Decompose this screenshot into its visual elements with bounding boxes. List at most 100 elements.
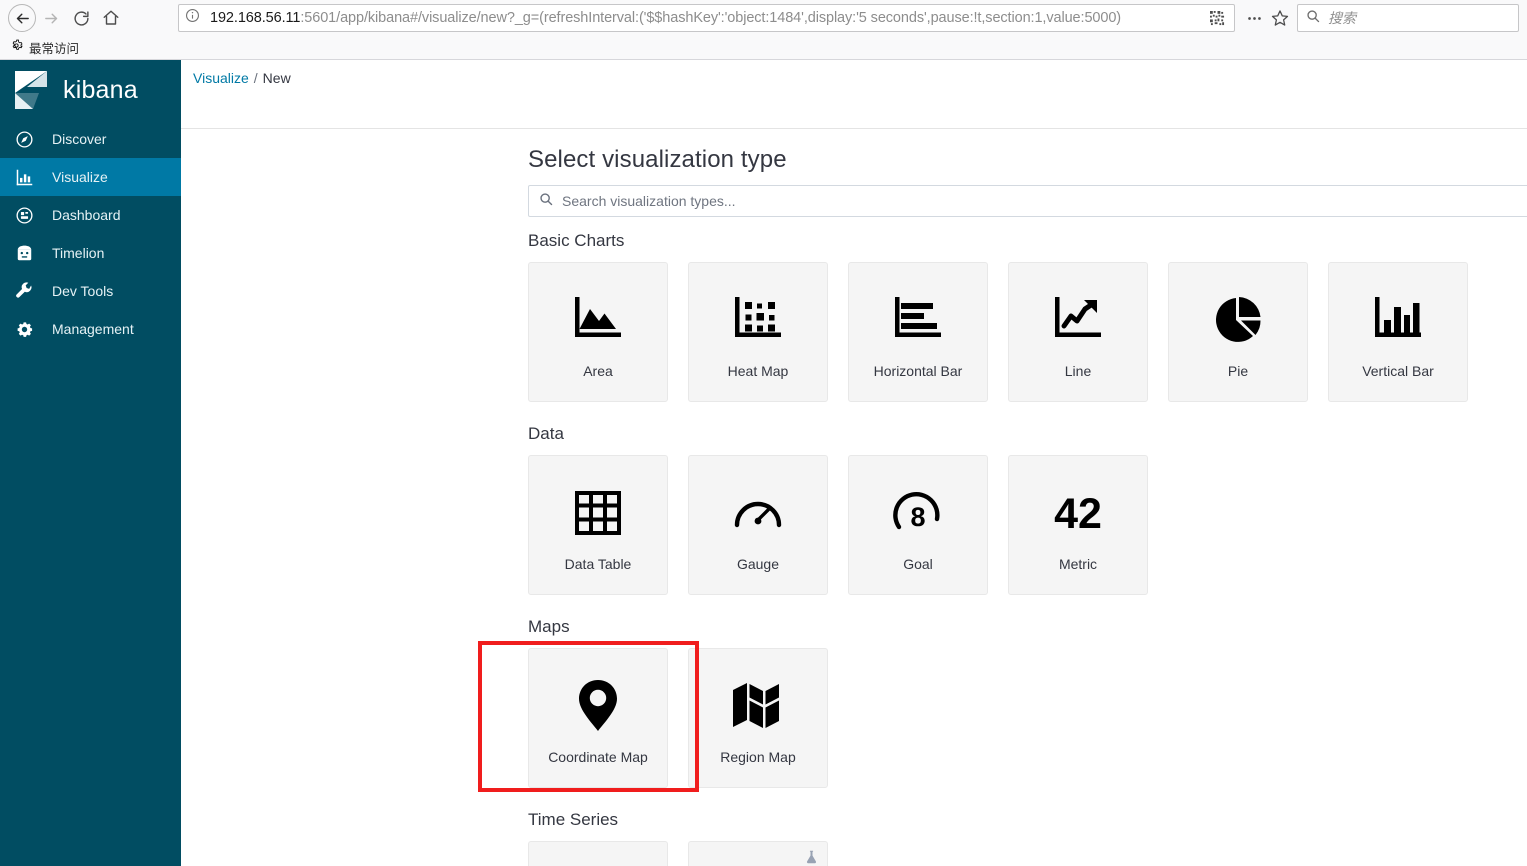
folded-map-icon <box>724 675 792 737</box>
sidebar-item-label: Timelion <box>52 245 105 261</box>
search-icon <box>1306 9 1320 28</box>
sidebar-item-label: Dashboard <box>52 207 121 223</box>
group-time-series: Time Series <box>528 810 1527 866</box>
viz-card-region-map[interactable]: Region Map <box>688 648 828 788</box>
breadcrumb-bar: Visualize / New <box>181 60 1527 129</box>
sidebar-item-discover[interactable]: Discover <box>0 120 181 158</box>
svg-text:42: 42 <box>1054 490 1102 537</box>
sidebar: kibana Discover Visualize Dashboard Time… <box>0 60 181 866</box>
viz-card-label: Area <box>583 363 613 379</box>
viz-card-label: Coordinate Map <box>548 749 648 765</box>
home-icon[interactable] <box>96 3 126 33</box>
card-list: Area Heat Map Horizontal Bar Line Pie Ve… <box>528 262 1527 402</box>
group-title: Basic Charts <box>528 231 625 250</box>
group-data: Data Data Table Gauge 8 Goal 42 Metric <box>528 424 1527 595</box>
viz-card-heat-map[interactable]: Heat Map <box>688 262 828 402</box>
browser-search-box[interactable]: 搜索 <box>1297 4 1519 32</box>
dashboard-icon <box>14 205 35 226</box>
breadcrumb: Visualize / New <box>193 70 291 86</box>
brand[interactable]: kibana <box>0 60 181 120</box>
horizontal-bar-icon <box>884 289 952 351</box>
gear-icon <box>10 39 23 57</box>
sidebar-item-label: Discover <box>52 131 107 147</box>
viz-card-label: Metric <box>1058 556 1098 572</box>
info-circle-icon[interactable] <box>185 8 200 28</box>
heat-map-icon <box>724 289 792 351</box>
viz-card-gauge[interactable]: Gauge <box>688 455 828 595</box>
viz-card-line[interactable]: Line <box>1008 262 1148 402</box>
line-chart-icon <box>1044 289 1112 351</box>
viz-card-pie[interactable]: Pie <box>1168 262 1308 402</box>
page-title: Select visualization type <box>528 146 787 173</box>
url-path: :5601/app/kibana#/visualize/new?_g=(refr… <box>300 10 1122 26</box>
brand-label: kibana <box>63 75 138 104</box>
star-icon[interactable] <box>1267 5 1293 31</box>
viz-card-label: Horizontal Bar <box>873 363 963 379</box>
sidebar-item-dashboard[interactable]: Dashboard <box>0 196 181 234</box>
timelion-icon <box>14 243 35 264</box>
forward-arrow-icon <box>36 3 66 33</box>
group-title: Data <box>528 424 564 443</box>
search-input[interactable]: Search visualization types... <box>528 185 1527 217</box>
viz-card-vertical-bar[interactable]: Vertical Bar <box>1328 262 1468 402</box>
browser-chrome: 192.168.56.11:5601/app/kibana#/visualize… <box>0 0 1527 60</box>
viz-card-data-table[interactable]: Data Table <box>528 455 668 595</box>
viz-card-goal[interactable]: 8 Goal <box>848 455 988 595</box>
viz-card-label: Vertical Bar <box>1362 363 1434 379</box>
bookmarks-bar: 最常访问 <box>0 36 1527 59</box>
sidebar-item-dev-tools[interactable]: Dev Tools <box>0 272 181 310</box>
viz-card-horizontal-bar[interactable]: Horizontal Bar <box>848 262 988 402</box>
viz-card-timeseries-experimental[interactable] <box>688 841 828 866</box>
area-chart-icon <box>564 289 632 351</box>
gear-icon <box>14 319 35 340</box>
app-shell: kibana Discover Visualize Dashboard Time… <box>0 60 1527 866</box>
back-arrow-icon[interactable] <box>8 4 36 32</box>
card-list: Coordinate Map Region Map <box>528 648 1527 788</box>
breadcrumb-link-visualize[interactable]: Visualize <box>193 70 249 86</box>
sidebar-item-management[interactable]: Management <box>0 310 181 348</box>
url-bar[interactable]: 192.168.56.11:5601/app/kibana#/visualize… <box>178 4 1235 32</box>
urlbar-actions <box>1200 5 1230 31</box>
breadcrumb-current: New <box>262 70 291 86</box>
qr-reader-icon[interactable] <box>1204 5 1230 31</box>
viz-card-label: Data Table <box>564 556 632 572</box>
card-list: Data Table Gauge 8 Goal 42 Metric <box>528 455 1527 595</box>
viz-card-metric[interactable]: 42 Metric <box>1008 455 1148 595</box>
vertical-bar-icon <box>1364 289 1432 351</box>
viz-card-timeseries[interactable] <box>528 841 668 866</box>
group-maps: Maps Coordinate Map Region Map <box>528 617 1527 788</box>
map-pin-icon <box>564 675 632 737</box>
viz-card-label: Region Map <box>720 749 796 765</box>
metric-icon: 42 <box>1044 482 1112 544</box>
card-list <box>528 841 1527 866</box>
goal-icon: 8 <box>884 482 952 544</box>
bookmark-label: 最常访问 <box>29 42 80 56</box>
sidebar-item-visualize[interactable]: Visualize <box>0 158 181 196</box>
visualization-type-wizard: Select visualization type Search visuali… <box>181 129 1527 866</box>
browser-search-placeholder: 搜索 <box>1328 10 1356 26</box>
browser-nav-row: 192.168.56.11:5601/app/kibana#/visualize… <box>0 0 1527 36</box>
url-host: 192.168.56.11 <box>210 10 301 26</box>
bar-chart-icon <box>14 167 35 188</box>
viz-card-label: Heat Map <box>727 363 789 379</box>
pie-chart-icon <box>1204 289 1272 351</box>
search-icon <box>539 192 553 211</box>
viz-card-label: Goal <box>903 556 933 572</box>
bookmark-item-most-visited[interactable]: 最常访问 <box>10 38 79 57</box>
wrench-icon <box>14 281 35 302</box>
viz-card-coordinate-map[interactable]: Coordinate Map <box>528 648 668 788</box>
sidebar-item-label: Visualize <box>52 169 108 185</box>
sidebar-item-timelion[interactable]: Timelion <box>0 234 181 272</box>
viz-card-label: Pie <box>1227 363 1249 379</box>
url-text: 192.168.56.11:5601/app/kibana#/visualize… <box>210 5 1121 31</box>
reload-icon[interactable] <box>66 3 96 33</box>
gauge-icon <box>724 482 792 544</box>
viz-card-label: Line <box>1064 363 1092 379</box>
viz-card-area[interactable]: Area <box>528 262 668 402</box>
viz-card-label: Gauge <box>736 556 780 572</box>
main-content: Visualize / New Select visualization type … <box>181 60 1527 866</box>
data-table-icon <box>564 482 632 544</box>
group-title: Time Series <box>528 810 619 829</box>
ellipsis-menu-icon[interactable] <box>1241 5 1267 31</box>
sidebar-item-label: Management <box>52 321 134 337</box>
